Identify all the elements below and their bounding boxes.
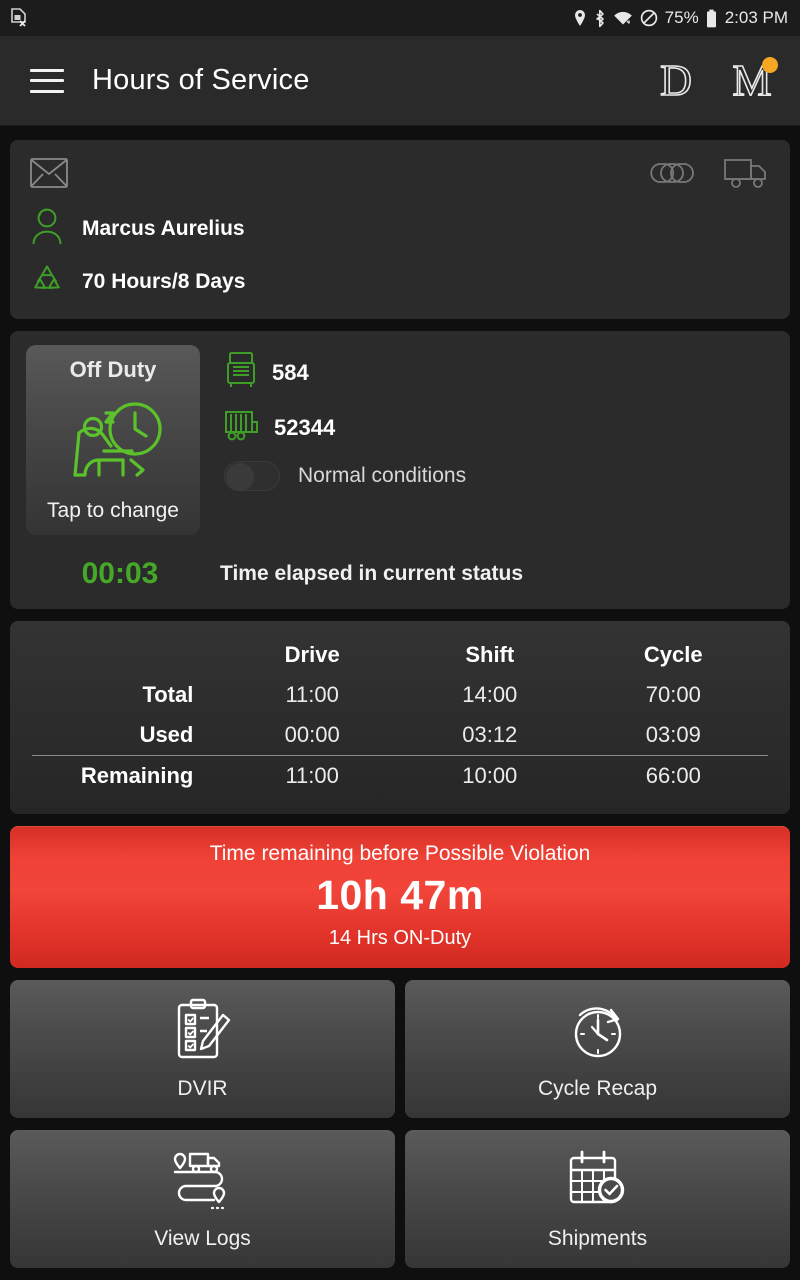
- remaining-shift: 10:00: [400, 755, 579, 796]
- malfunction-alert-badge: [762, 56, 778, 73]
- tractor-number-label: 584: [272, 359, 309, 385]
- row-label-used: Used: [139, 722, 194, 747]
- table-corner-cell: [32, 635, 223, 675]
- sim-card-off-icon: [10, 7, 28, 29]
- elapsed-time-label: Time elapsed in current status: [220, 562, 524, 585]
- trailer-icon: [224, 408, 260, 447]
- tile-cycle-recap[interactable]: Cycle Recap: [405, 980, 790, 1118]
- column-header-drive: Drive: [284, 642, 340, 667]
- cycle-rule-label: 70 Hours/8 Days: [82, 269, 246, 293]
- table-row: Total 11:00 14:00 70:00: [32, 675, 768, 715]
- battery-percent-label: 75%: [664, 8, 699, 27]
- adverse-conditions-toggle[interactable]: [224, 461, 280, 491]
- driver-person-icon: [30, 207, 64, 250]
- diagnostic-indicator-button[interactable]: D: [652, 55, 700, 107]
- tile-row-1: DVIR Cycle Recap: [10, 980, 790, 1118]
- used-drive: 00:00: [284, 722, 340, 747]
- column-header-cycle: Cycle: [643, 642, 703, 667]
- column-header-shift: Shift: [465, 642, 515, 667]
- conditions-row: Normal conditions: [224, 461, 774, 491]
- elapsed-time-value: 00:03: [81, 557, 159, 590]
- table-row: Used 00:00 03:12 03:09: [32, 715, 768, 756]
- main-content: Marcus Aurelius 70 Hours/8 Days Off Duty: [0, 126, 800, 1280]
- trailer-row: 52344: [224, 408, 774, 447]
- envelope-icon[interactable]: [30, 158, 68, 193]
- tile-dvir[interactable]: DVIR: [10, 980, 395, 1118]
- wifi-icon: [613, 10, 633, 27]
- used-cycle: 03:09: [645, 722, 701, 747]
- android-status-bar: 75% 2:03 PM: [0, 0, 800, 36]
- route-truck-pins-icon: [168, 1148, 238, 1219]
- driver-name-row: Marcus Aurelius: [30, 207, 770, 250]
- app-toolbar: Hours of Service D M: [0, 36, 800, 126]
- tile-label-cycle-recap: Cycle Recap: [537, 1076, 658, 1100]
- app-screen: 75% 2:03 PM Hours of Service D M Marcus …: [0, 0, 800, 1280]
- location-pin-icon: [573, 9, 587, 27]
- status-bar-clock: 2:03 PM: [724, 8, 788, 27]
- remaining-cycle: 66:00: [578, 755, 768, 796]
- cycle-rule-row: 70 Hours/8 Days: [30, 262, 770, 301]
- chain-link-icon[interactable]: [650, 160, 696, 191]
- clock-recap-icon: [567, 998, 629, 1069]
- conditions-label: Normal conditions: [298, 464, 467, 487]
- violation-banner[interactable]: Time remaining before Possible Violation…: [10, 826, 790, 968]
- malfunction-indicator-button[interactable]: M: [728, 55, 778, 107]
- duty-status-card: Off Duty Tap to change 584 52344 Normal …: [10, 331, 790, 609]
- table-row: Remaining 11:00 10:00 66:00: [32, 755, 768, 796]
- battery-icon: [706, 9, 717, 28]
- tile-label-shipments: Shipments: [547, 1226, 648, 1250]
- used-shift: 03:12: [462, 722, 518, 747]
- clipboard-checklist-pencil-icon: [173, 998, 233, 1069]
- violation-title: Time remaining before Possible Violation: [209, 842, 591, 865]
- row-label-total: Total: [142, 682, 194, 707]
- total-cycle: 70:00: [645, 682, 701, 707]
- driver-info-card: Marcus Aurelius 70 Hours/8 Days: [10, 140, 790, 319]
- duty-tap-hint: Tap to change: [47, 499, 179, 522]
- bluetooth-icon: [594, 9, 606, 28]
- tile-shipments[interactable]: Shipments: [405, 1130, 790, 1268]
- calendar-check-icon: [565, 1148, 631, 1219]
- tile-row-2: View Logs Shipments: [10, 1130, 790, 1268]
- hamburger-menu-icon[interactable]: [30, 68, 64, 93]
- toggle-knob: [226, 463, 254, 491]
- diagnostic-letter-icon: D: [659, 55, 692, 105]
- total-drive: 11:00: [285, 682, 339, 707]
- tractor-row: 584: [224, 351, 774, 394]
- page-title: Hours of Service: [92, 64, 310, 96]
- elapsed-row: 00:03 Time elapsed in current status: [26, 557, 774, 591]
- tile-label-view-logs: View Logs: [154, 1226, 251, 1250]
- do-not-disturb-icon: [640, 9, 658, 27]
- recycle-cycle-icon: [30, 262, 64, 301]
- duty-status-label: Off Duty: [69, 357, 157, 382]
- trailer-number-label: 52344: [274, 414, 336, 440]
- driver-name-label: Marcus Aurelius: [82, 216, 245, 240]
- row-label-remaining: Remaining: [32, 755, 224, 796]
- remaining-drive: 11:00: [223, 755, 401, 796]
- tile-label-dvir: DVIR: [177, 1076, 228, 1100]
- violation-subtitle: 14 Hrs ON-Duty: [328, 927, 472, 949]
- hours-summary-table: Drive Shift Cycle Total 11:00 14:00 70:0…: [10, 621, 790, 814]
- tractor-icon: [224, 351, 258, 394]
- truck-icon[interactable]: [724, 156, 770, 195]
- off-duty-sleeping-clock-icon: [57, 383, 169, 499]
- violation-time: 10h 47m: [316, 872, 484, 918]
- table-header-row: Drive Shift Cycle: [32, 635, 768, 675]
- tile-view-logs[interactable]: View Logs: [10, 1130, 395, 1268]
- total-shift: 14:00: [462, 682, 518, 707]
- duty-status-button[interactable]: Off Duty Tap to change: [26, 345, 200, 535]
